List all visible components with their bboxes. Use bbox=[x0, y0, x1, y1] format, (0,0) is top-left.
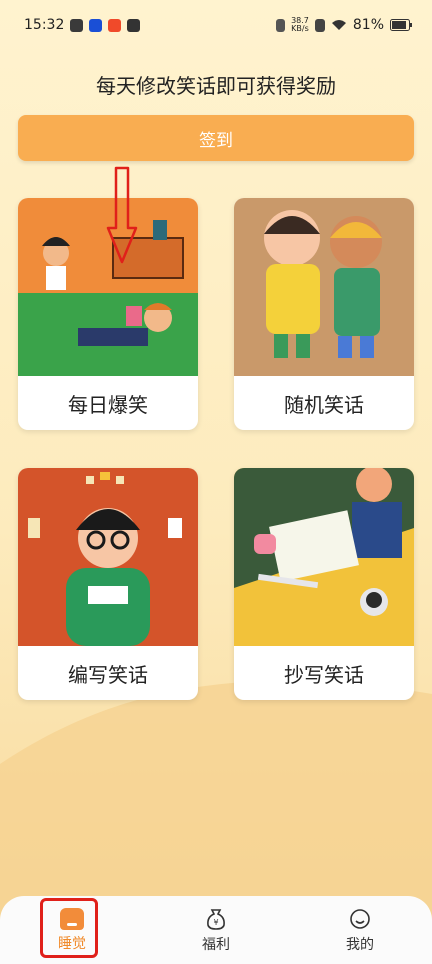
annotation-highlight-box bbox=[40, 898, 98, 958]
nav-item-profile[interactable]: 我的 bbox=[320, 907, 400, 954]
random-jokes-illustration bbox=[234, 198, 414, 376]
vibrate-icon bbox=[276, 18, 286, 32]
wifi-icon bbox=[331, 20, 346, 30]
daily-jokes-label: 每日爆笑 bbox=[68, 392, 148, 417]
battery-text: 81% bbox=[352, 17, 384, 33]
checkin-button[interactable]: 签到 bbox=[18, 115, 414, 161]
sim-icon bbox=[314, 18, 325, 32]
status-time: 15:32 bbox=[24, 17, 65, 33]
battery-icon bbox=[390, 19, 412, 31]
write-jokes-card[interactable]: 编写笑话 bbox=[18, 468, 198, 700]
nav-label: 我的 bbox=[346, 936, 374, 953]
money-bag-icon: ¥ bbox=[207, 908, 225, 930]
write-jokes-label: 编写笑话 bbox=[68, 662, 148, 687]
copy-jokes-illustration bbox=[234, 468, 414, 646]
random-jokes-card[interactable]: 随机笑话 bbox=[234, 198, 414, 430]
app-notification-icon bbox=[89, 18, 103, 32]
copy-jokes-card[interactable]: 抄写笑话 bbox=[234, 468, 414, 700]
app-notification-icon bbox=[108, 18, 122, 32]
profile-icon bbox=[350, 908, 370, 929]
app-notification-icon bbox=[70, 18, 84, 32]
page-title: 每天修改笑话即可获得奖励 bbox=[96, 74, 336, 98]
mail-icon bbox=[127, 18, 141, 32]
copy-jokes-label: 抄写笑话 bbox=[284, 662, 364, 687]
nav-label: 福利 bbox=[202, 936, 230, 953]
svg-text:¥: ¥ bbox=[213, 918, 218, 927]
network-speed: 38.7 KB/s bbox=[291, 16, 309, 33]
random-jokes-label: 随机笑话 bbox=[284, 392, 364, 417]
annotation-arrow-icon bbox=[106, 166, 138, 264]
nav-item-welfare[interactable]: ¥ 福利 bbox=[176, 907, 256, 954]
write-jokes-illustration bbox=[18, 468, 198, 646]
status-bar: 15:32 38.7 KB/s 81% bbox=[0, 0, 432, 50]
